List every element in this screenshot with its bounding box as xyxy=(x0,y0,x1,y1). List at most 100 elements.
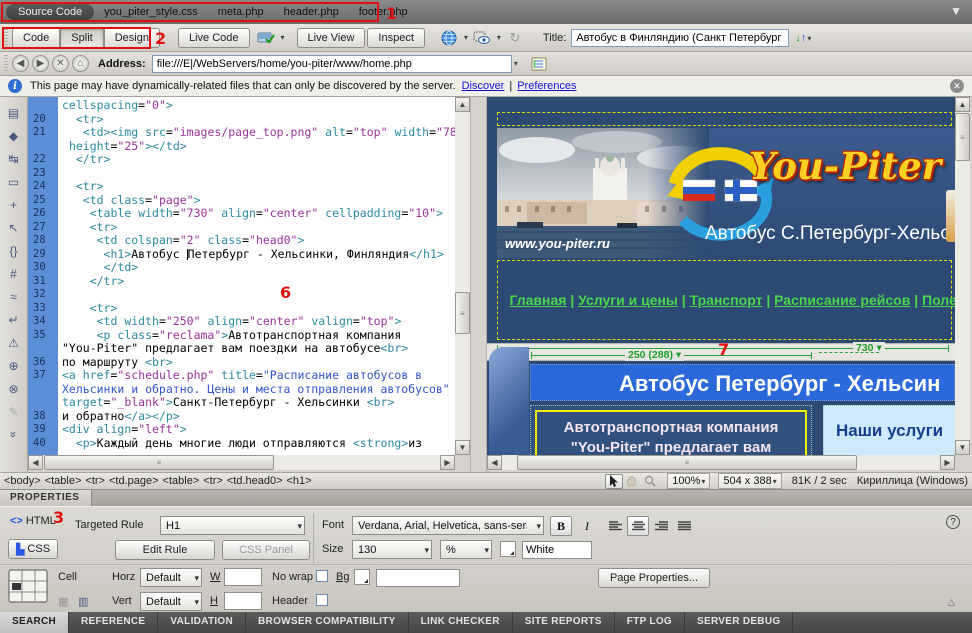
filter-related-files-icon[interactable]: ▼ xyxy=(950,4,962,18)
more-options-icon[interactable]: » xyxy=(2,425,25,445)
collapse-full-tag-icon[interactable]: ↹ xyxy=(4,147,24,170)
inspect-button[interactable]: Inspect xyxy=(367,28,424,48)
services-heading-cell[interactable]: Наши услуги xyxy=(823,405,955,455)
split-view-button[interactable]: Split xyxy=(60,28,103,48)
tag-selector-item[interactable]: <h1> xyxy=(287,475,312,487)
header-checkbox[interactable] xyxy=(316,594,328,606)
address-input[interactable] xyxy=(152,55,512,73)
code-line[interactable]: 24 <tr> xyxy=(28,180,455,194)
table-width-indicator-bar[interactable]: 730 ▾ 250 (288) ▾ xyxy=(487,343,955,361)
document-title-input[interactable] xyxy=(571,29,789,47)
code-line[interactable]: 34 <td width="250" align="center" valign… xyxy=(28,315,455,329)
preview-in-browser-icon[interactable] xyxy=(438,29,460,47)
properties-panel-tab[interactable]: PROPERTIES xyxy=(0,490,92,506)
window-size-select[interactable]: 504 x 388▾ xyxy=(718,473,781,489)
tag-selector-item[interactable]: <tr> xyxy=(85,475,105,487)
forward-icon[interactable]: ▶ xyxy=(32,55,49,72)
site-nav-link[interactable]: Услуги и цены xyxy=(578,292,678,308)
code-line[interactable]: 22 </tr> xyxy=(28,153,455,167)
source-code-tab[interactable]: Source Code xyxy=(6,4,94,20)
results-tab-link-checker[interactable]: LINK CHECKER xyxy=(409,612,513,633)
refresh-icon[interactable]: ↻ xyxy=(504,29,526,47)
design-vertical-scrollbar[interactable]: ▲ ≡ ▼ xyxy=(955,97,970,455)
address-dropdown-icon[interactable]: ▾ xyxy=(514,59,518,68)
results-tab-browser-compatibility[interactable]: BROWSER COMPATIBILITY xyxy=(246,612,409,633)
justify-icon[interactable] xyxy=(673,516,695,536)
code-line[interactable]: cellspacing="0"> xyxy=(28,99,455,113)
stop-icon[interactable]: ✕ xyxy=(52,55,69,72)
horz-select[interactable]: Default▾ xyxy=(140,568,202,587)
italic-button[interactable]: I xyxy=(576,516,598,536)
code-line[interactable]: 29 <h1>Автобус Петербург - Хельсинки, Фи… xyxy=(28,248,455,262)
results-tab-reference[interactable]: REFERENCE xyxy=(69,612,158,633)
apply-comment-icon[interactable]: ⊕ xyxy=(4,354,24,377)
scroll-left-icon[interactable]: ◀ xyxy=(28,455,43,470)
file-put-icon[interactable]: ↑ xyxy=(801,32,807,44)
font-select[interactable]: Verdana, Arial, Helvetica, sans-serif▾ xyxy=(352,516,544,535)
size-unit-select[interactable]: %▾ xyxy=(440,540,492,559)
design-view-button[interactable]: Design xyxy=(104,28,160,48)
balance-braces-icon[interactable]: {} xyxy=(4,239,24,262)
related-file-tab[interactable]: you_piter_style.css xyxy=(94,4,208,20)
preferences-link[interactable]: Preferences xyxy=(517,80,576,92)
related-file-tab[interactable]: header.php xyxy=(274,4,349,20)
vert-select[interactable]: Default▾ xyxy=(140,592,202,611)
select-parent-tag-icon[interactable]: ↖ xyxy=(4,216,24,239)
split-cell-icon[interactable]: ▥ xyxy=(78,595,88,608)
code-line[interactable]: Хельсинки и обратно. Цены и места отправ… xyxy=(28,383,455,397)
scrollbar-thumb[interactable]: ≡ xyxy=(517,455,857,470)
scroll-up-icon[interactable]: ▲ xyxy=(955,97,970,112)
results-tab-search[interactable]: SEARCH xyxy=(0,612,69,633)
column-width-menu[interactable]: 250 (288) ▾ xyxy=(625,349,684,361)
code-line[interactable]: 20 <tr> xyxy=(28,113,455,127)
scroll-down-icon[interactable]: ▼ xyxy=(955,440,970,455)
bold-button[interactable]: B xyxy=(550,516,572,536)
code-line[interactable]: 23 xyxy=(28,167,455,181)
merge-cells-icon[interactable]: ▦ xyxy=(58,595,68,608)
site-nav-link[interactable]: Главная xyxy=(510,292,567,308)
select-tool-icon[interactable] xyxy=(605,474,623,489)
magnification-select[interactable]: 100%▾ xyxy=(667,473,710,489)
tag-selector-item[interactable]: <body> xyxy=(4,475,41,487)
site-nav-link[interactable]: Полезная информация xyxy=(922,292,955,308)
scroll-right-icon[interactable]: ▶ xyxy=(440,455,455,470)
scrollbar-thumb[interactable]: ≡ xyxy=(44,455,274,470)
back-icon[interactable]: ◀ xyxy=(12,55,29,72)
line-numbers-icon[interactable]: # xyxy=(4,262,24,285)
split-view-divider[interactable] xyxy=(470,97,487,472)
code-line[interactable]: 39<div align="left"> xyxy=(28,423,455,437)
highlight-invalid-code-icon[interactable]: ≈ xyxy=(4,285,24,308)
code-line[interactable]: 31 </tr> xyxy=(28,275,455,289)
code-line[interactable]: target="_blank">Санкт-Петербург - Хельси… xyxy=(28,396,455,410)
site-header-banner[interactable]: You-Piter Автобус С.Петербург-Хельсинки … xyxy=(497,128,955,258)
align-center-icon[interactable] xyxy=(627,516,649,536)
scroll-down-icon[interactable]: ▼ xyxy=(455,440,470,455)
tag-selector-item[interactable]: <tr> xyxy=(203,475,223,487)
hand-tool-icon[interactable] xyxy=(623,474,641,489)
close-info-bar-icon[interactable]: ✕ xyxy=(950,79,964,93)
open-documents-icon[interactable]: ▤ xyxy=(4,101,24,124)
code-view[interactable]: cellspacing="0">20 <tr>21 <td><img src="… xyxy=(28,97,455,455)
collapse-panel-icon[interactable]: △ xyxy=(948,597,955,608)
related-file-tab[interactable]: meta.php xyxy=(208,4,274,20)
code-line[interactable]: 38и обратно</a></p> xyxy=(28,410,455,424)
tag-selector-item[interactable]: <table> xyxy=(163,475,200,487)
align-right-icon[interactable] xyxy=(650,516,672,536)
tag-selector-item[interactable]: <td.head0> xyxy=(227,475,283,487)
code-line[interactable]: 30 </td> xyxy=(28,261,455,275)
results-tab-server-debug[interactable]: SERVER DEBUG xyxy=(685,612,793,633)
site-nav-link[interactable]: Транспорт xyxy=(690,292,763,308)
show-code-navigator-icon[interactable]: ◆ xyxy=(4,124,24,147)
page-top-image-cell[interactable] xyxy=(497,112,952,126)
results-tab-site-reports[interactable]: SITE REPORTS xyxy=(513,612,615,633)
page-h1-heading[interactable]: Автобус Петербург - Хельсин xyxy=(530,364,955,401)
code-line[interactable]: 37<a href="schedule.php" title="Расписан… xyxy=(28,369,455,383)
code-horizontal-scrollbar[interactable]: ◀ ≡ ▶ xyxy=(28,455,455,470)
bg-color-swatch[interactable] xyxy=(354,569,370,585)
live-code-button[interactable]: Live Code xyxy=(178,28,250,48)
code-line[interactable]: "You-Piter" предлагает вам поездки на ав… xyxy=(28,342,455,356)
format-source-code-icon[interactable]: ✎ xyxy=(4,400,24,423)
css-mode-button[interactable]: ▙ CSS xyxy=(8,539,58,559)
code-line[interactable]: 28 <td colspan="2" class="head0"> xyxy=(28,234,455,248)
help-icon[interactable]: ? xyxy=(946,515,960,529)
